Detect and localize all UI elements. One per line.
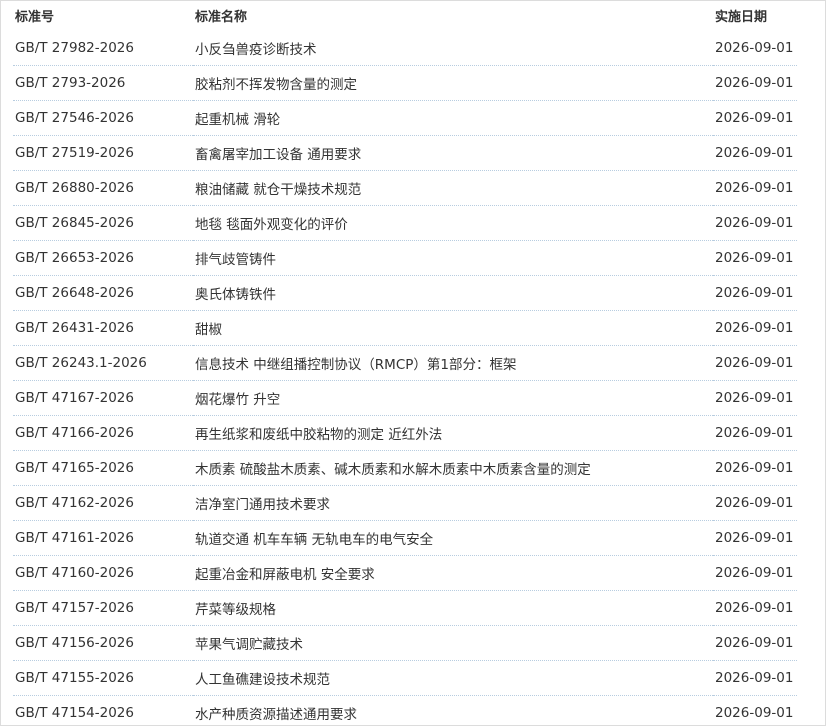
table-row[interactable]: GB/T 27982-2026 小反刍兽疫诊断技术 2026-09-01	[13, 31, 797, 66]
implementation-date-cell: 2026-09-01	[713, 520, 797, 556]
standard-name-link[interactable]: 甜椒	[193, 310, 713, 346]
table-row[interactable]: GB/T 47155-2026 人工鱼礁建设技术规范 2026-09-01	[13, 660, 797, 696]
implementation-date-cell: 2026-09-01	[713, 65, 797, 101]
implementation-date-cell: 2026-09-01	[713, 275, 797, 311]
standard-number-cell: GB/T 2793-2026	[13, 65, 193, 101]
standard-name-link[interactable]: 木质素 硫酸盐木质素、碱木质素和水解木质素中木质素含量的测定	[193, 450, 713, 486]
table-row[interactable]: GB/T 47162-2026 洁净室门通用技术要求 2026-09-01	[13, 485, 797, 521]
implementation-date-cell: 2026-09-01	[713, 31, 797, 66]
standard-name-link[interactable]: 轨道交通 机车车辆 无轨电车的电气安全	[193, 520, 713, 556]
standard-name-link[interactable]: 胶粘剂不挥发物含量的测定	[193, 65, 713, 101]
table-row[interactable]: GB/T 47157-2026 芹菜等级规格 2026-09-01	[13, 590, 797, 626]
standard-name-link[interactable]: 苹果气调贮藏技术	[193, 625, 713, 661]
table-row[interactable]: GB/T 27546-2026 起重机械 滑轮 2026-09-01	[13, 100, 797, 136]
standard-number-cell: GB/T 47165-2026	[13, 450, 193, 486]
implementation-date-cell: 2026-09-01	[713, 625, 797, 661]
standard-name-link[interactable]: 再生纸浆和废纸中胶粘物的测定 近红外法	[193, 415, 713, 451]
standard-number-cell: GB/T 26653-2026	[13, 240, 193, 276]
header-standard-name: 标准名称	[195, 9, 248, 25]
standard-number-cell: GB/T 47166-2026	[13, 415, 193, 451]
table-header-row: 标准号 标准名称 实施日期	[13, 1, 797, 31]
implementation-date-cell: 2026-09-01	[713, 695, 797, 726]
implementation-date-cell: 2026-09-01	[713, 100, 797, 136]
standard-number-cell: GB/T 26845-2026	[13, 205, 193, 241]
standard-number-cell: GB/T 47157-2026	[13, 590, 193, 626]
implementation-date-cell: 2026-09-01	[713, 660, 797, 696]
table-row[interactable]: GB/T 47165-2026 木质素 硫酸盐木质素、碱木质素和水解木质素中木质素…	[13, 450, 797, 486]
implementation-date-cell: 2026-09-01	[713, 555, 797, 591]
implementation-date-cell: 2026-09-01	[713, 415, 797, 451]
table-row[interactable]: GB/T 26431-2026 甜椒 2026-09-01	[13, 310, 797, 346]
table-row[interactable]: GB/T 26648-2026 奥氏体铸铁件 2026-09-01	[13, 275, 797, 311]
implementation-date-cell: 2026-09-01	[713, 170, 797, 206]
standard-number-cell: GB/T 47155-2026	[13, 660, 193, 696]
table-row[interactable]: GB/T 27519-2026 畜禽屠宰加工设备 通用要求 2026-09-01	[13, 135, 797, 171]
standard-number-cell: GB/T 47156-2026	[13, 625, 193, 661]
standards-table: 标准号 标准名称 实施日期 GB/T 27982-2026 小反刍兽疫诊断技术 20…	[13, 1, 797, 726]
table-row[interactable]: GB/T 26243.1-2026 信息技术 中继组播控制协议（RMCP）第1部分…	[13, 345, 797, 381]
standard-number-cell: GB/T 26648-2026	[13, 275, 193, 311]
standard-name-link[interactable]: 芹菜等级规格	[193, 590, 713, 626]
standard-name-link[interactable]: 起重冶金和屏蔽电机 安全要求	[193, 555, 713, 591]
table-row[interactable]: GB/T 26845-2026 地毯 毯面外观变化的评价 2026-09-01	[13, 205, 797, 241]
standard-number-cell: GB/T 27519-2026	[13, 135, 193, 171]
header-standard-number: 标准号	[15, 9, 55, 25]
implementation-date-cell: 2026-09-01	[713, 345, 797, 381]
table-row[interactable]: GB/T 47166-2026 再生纸浆和废纸中胶粘物的测定 近红外法 2026-0…	[13, 415, 797, 451]
implementation-date-cell: 2026-09-01	[713, 590, 797, 626]
standard-name-link[interactable]: 洁净室门通用技术要求	[193, 485, 713, 521]
standard-number-cell: GB/T 26880-2026	[13, 170, 193, 206]
table-row[interactable]: GB/T 47167-2026 烟花爆竹 升空 2026-09-01	[13, 380, 797, 416]
standard-number-cell: GB/T 47154-2026	[13, 695, 193, 726]
standard-name-link[interactable]: 畜禽屠宰加工设备 通用要求	[193, 135, 713, 171]
standard-name-link[interactable]: 粮油储藏 就仓干燥技术规范	[193, 170, 713, 206]
standard-number-cell: GB/T 47161-2026	[13, 520, 193, 556]
standard-number-cell: GB/T 26431-2026	[13, 310, 193, 346]
table-row[interactable]: GB/T 26880-2026 粮油储藏 就仓干燥技术规范 2026-09-01	[13, 170, 797, 206]
standard-number-cell: GB/T 27982-2026	[13, 31, 193, 66]
header-implementation-date: 实施日期	[715, 9, 768, 25]
table-row[interactable]: GB/T 2793-2026 胶粘剂不挥发物含量的测定 2026-09-01	[13, 65, 797, 101]
standard-name-link[interactable]: 人工鱼礁建设技术规范	[193, 660, 713, 696]
standard-name-link[interactable]: 小反刍兽疫诊断技术	[193, 31, 713, 66]
implementation-date-cell: 2026-09-01	[713, 450, 797, 486]
implementation-date-cell: 2026-09-01	[713, 380, 797, 416]
standard-name-link[interactable]: 烟花爆竹 升空	[193, 380, 713, 416]
standard-name-link[interactable]: 地毯 毯面外观变化的评价	[193, 205, 713, 241]
standard-number-cell: GB/T 47162-2026	[13, 485, 193, 521]
standard-number-cell: GB/T 47160-2026	[13, 555, 193, 591]
table-row[interactable]: GB/T 47154-2026 水产种质资源描述通用要求 2026-09-01	[13, 695, 797, 726]
table-body: GB/T 27982-2026 小反刍兽疫诊断技术 2026-09-01 GB/T 2…	[13, 31, 797, 726]
implementation-date-cell: 2026-09-01	[713, 135, 797, 171]
table-row[interactable]: GB/T 26653-2026 排气歧管铸件 2026-09-01	[13, 240, 797, 276]
table-row[interactable]: GB/T 47156-2026 苹果气调贮藏技术 2026-09-01	[13, 625, 797, 661]
table-row[interactable]: GB/T 47161-2026 轨道交通 机车车辆 无轨电车的电气安全 2026-0…	[13, 520, 797, 556]
implementation-date-cell: 2026-09-01	[713, 240, 797, 276]
implementation-date-cell: 2026-09-01	[713, 485, 797, 521]
standard-name-link[interactable]: 奥氏体铸铁件	[193, 275, 713, 311]
table-row[interactable]: GB/T 47160-2026 起重冶金和屏蔽电机 安全要求 2026-09-01	[13, 555, 797, 591]
standard-name-link[interactable]: 排气歧管铸件	[193, 240, 713, 276]
standard-number-cell: GB/T 27546-2026	[13, 100, 193, 136]
standard-name-link[interactable]: 水产种质资源描述通用要求	[193, 695, 713, 726]
standard-name-link[interactable]: 起重机械 滑轮	[193, 100, 713, 136]
implementation-date-cell: 2026-09-01	[713, 310, 797, 346]
standards-list-panel: 标准号 标准名称 实施日期 GB/T 27982-2026 小反刍兽疫诊断技术 20…	[0, 0, 826, 726]
implementation-date-cell: 2026-09-01	[713, 205, 797, 241]
standard-number-cell: GB/T 47167-2026	[13, 380, 193, 416]
standard-number-cell: GB/T 26243.1-2026	[13, 345, 193, 381]
standard-name-link[interactable]: 信息技术 中继组播控制协议（RMCP）第1部分：框架	[193, 345, 713, 381]
